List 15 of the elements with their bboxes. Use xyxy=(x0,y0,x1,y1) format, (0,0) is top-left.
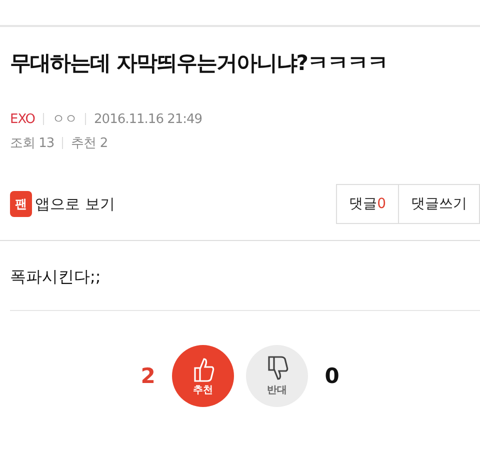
author-name: ㅇㅇ xyxy=(52,111,78,128)
upvote-count: 2 xyxy=(140,364,156,388)
upvote-button[interactable]: 추천 xyxy=(172,345,234,407)
category-link[interactable]: EXO xyxy=(10,112,36,126)
view-count: 조회 13 xyxy=(10,135,54,152)
post-title: 무대하는데 자막띄우는거아니냐?ㅋㅋㅋㅋ xyxy=(10,50,388,77)
downvote-button[interactable]: 반대 xyxy=(246,345,308,407)
app-icon: 팬 xyxy=(10,191,32,217)
write-comment-button[interactable]: 댓글쓰기 xyxy=(399,184,480,224)
comments-button[interactable]: 댓글0 xyxy=(336,184,399,224)
recommend-count: 추천 2 xyxy=(71,135,108,152)
app-link[interactable]: 팬 앱으로 보기 xyxy=(10,191,115,217)
downvote-count: 0 xyxy=(324,364,340,388)
post-date: 2016.11.16 21:49 xyxy=(94,112,202,126)
post-body: 폭파시킨다;; xyxy=(10,267,480,311)
